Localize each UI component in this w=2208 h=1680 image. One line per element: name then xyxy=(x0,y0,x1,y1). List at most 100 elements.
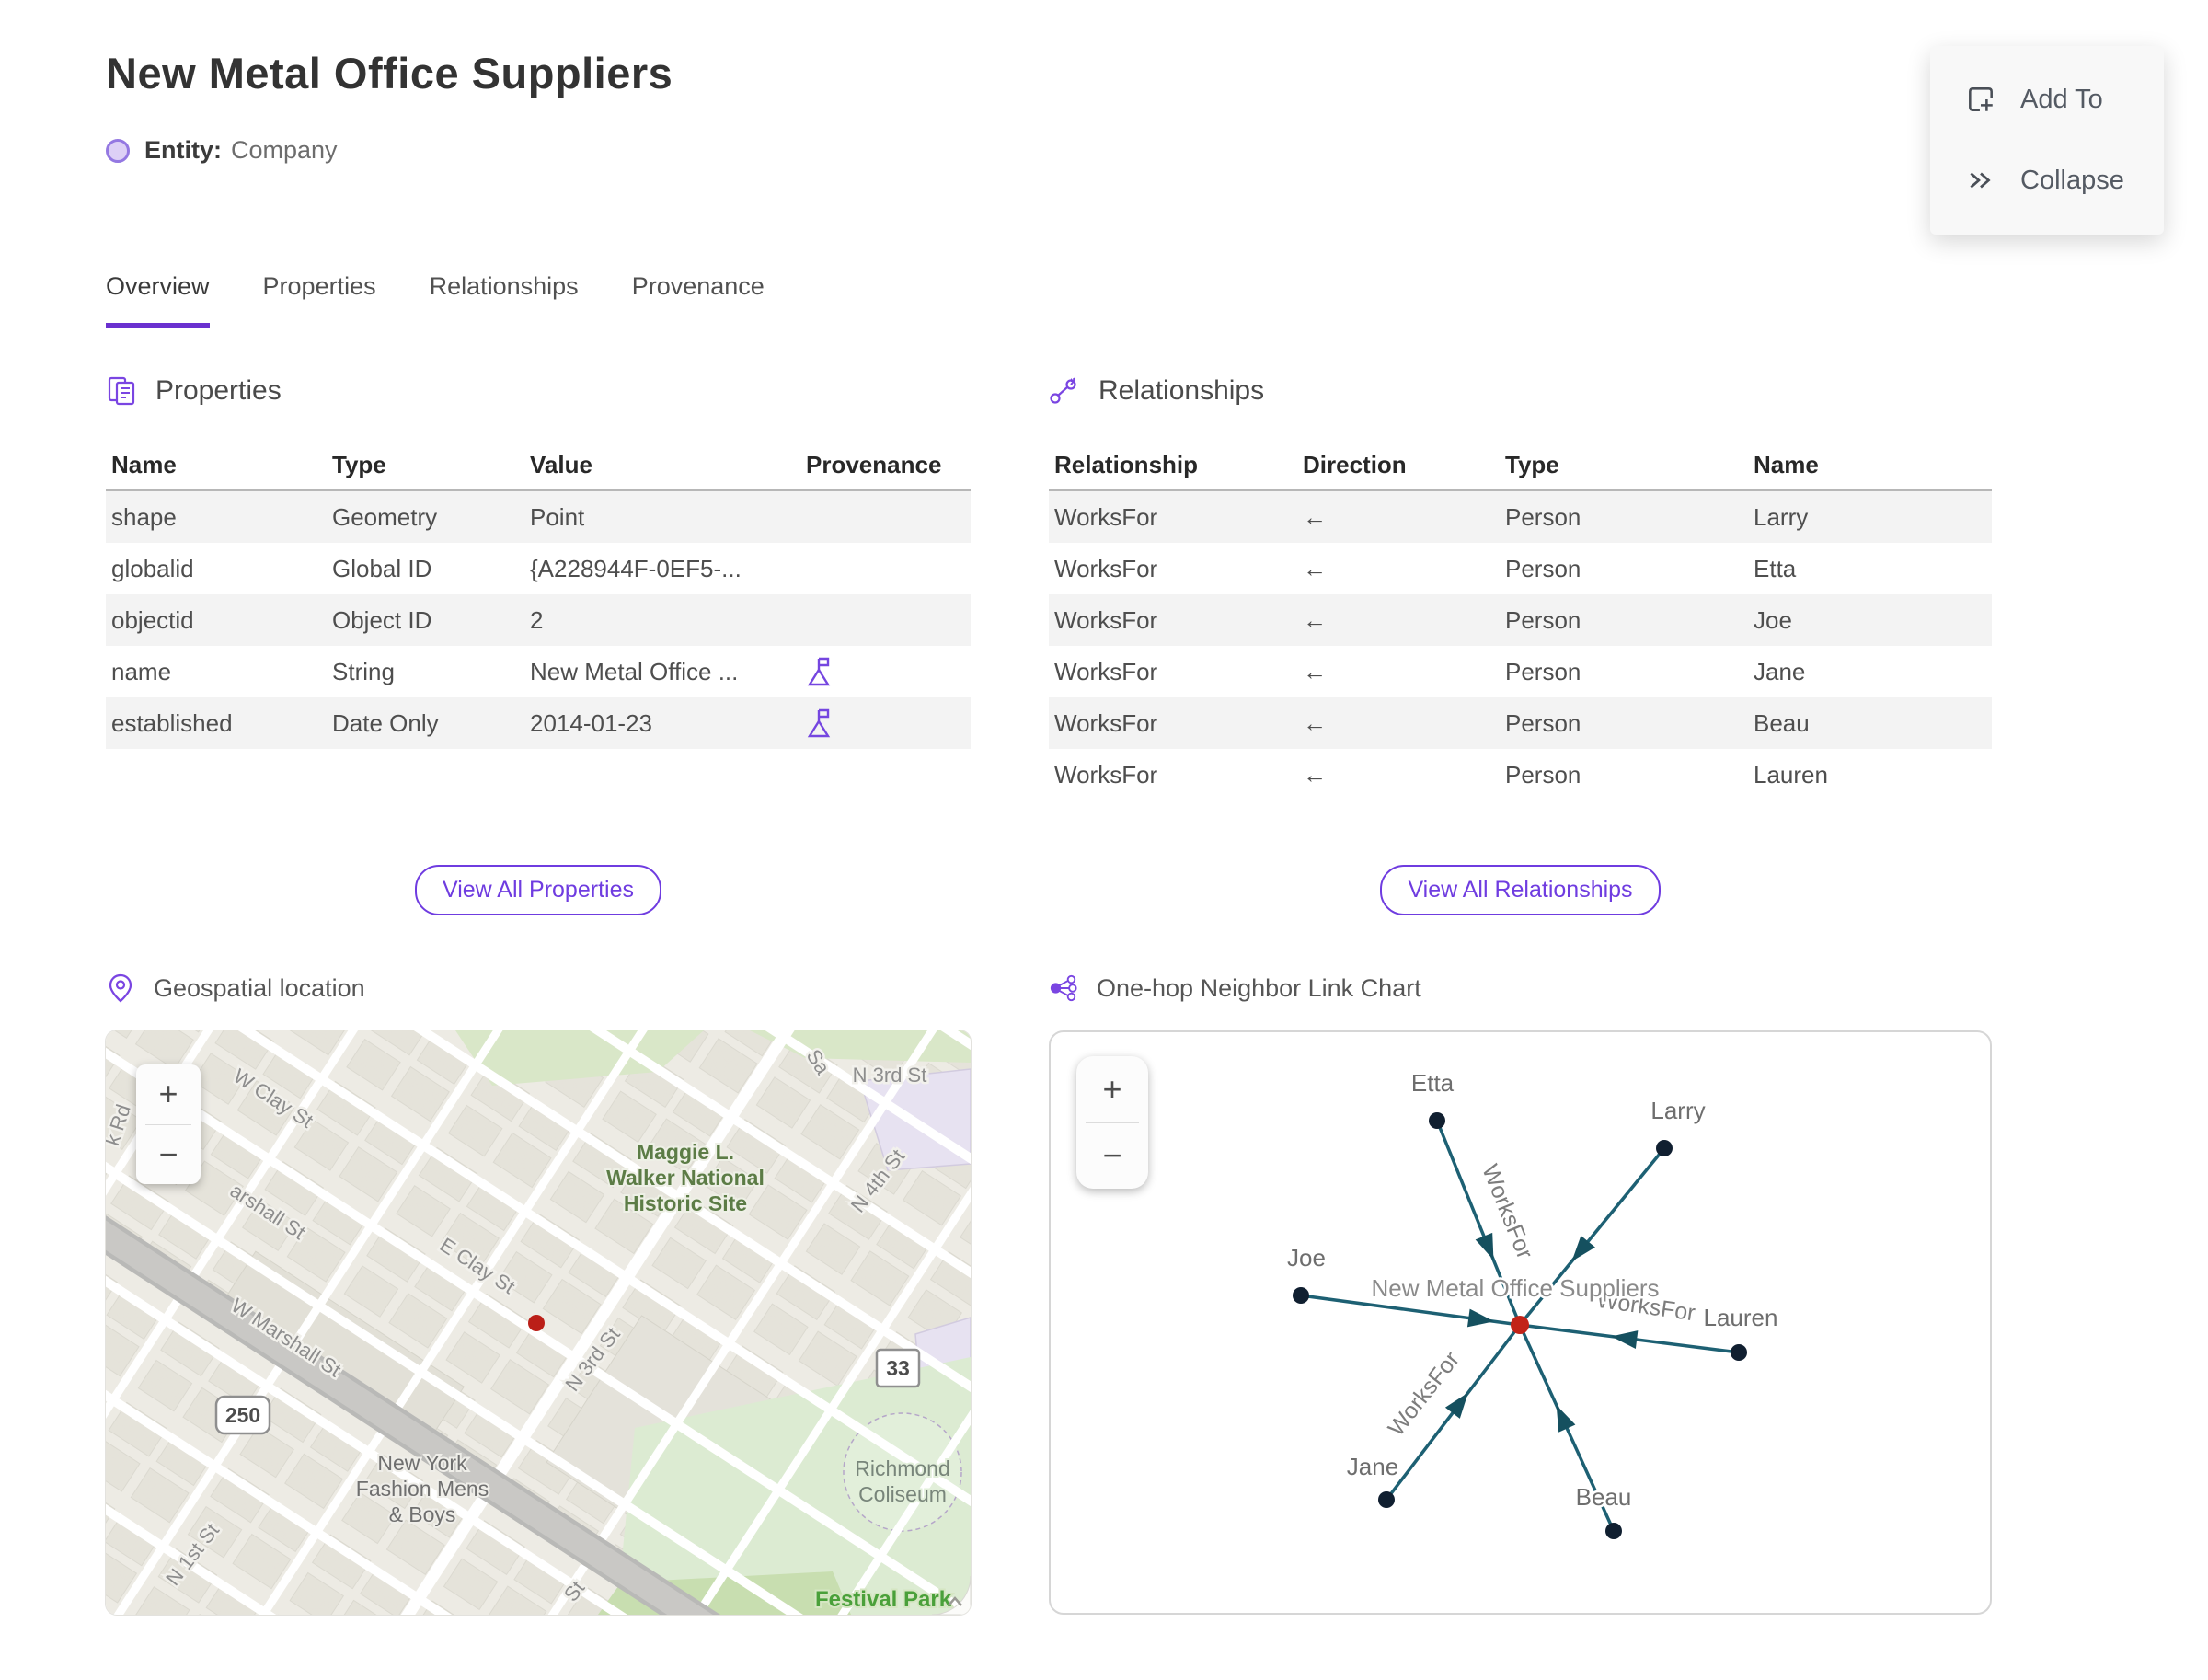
relationship-link[interactable]: WorksFor xyxy=(1049,606,1297,635)
map-canvas[interactable]: 250 33 k Rd W Clay St Sa arshall St W Ma… xyxy=(106,1030,971,1615)
poi-label: Historic Site xyxy=(624,1191,747,1215)
table-row: WorksFor ← Person Larry xyxy=(1049,491,1992,543)
svg-text:250: 250 xyxy=(225,1403,260,1427)
properties-form-icon xyxy=(108,376,135,406)
relationships-table: Relationship Direction Type Name WorksFo… xyxy=(1049,440,1992,800)
edge-label: WorksFor xyxy=(1383,1347,1464,1441)
relationship-link[interactable]: WorksFor xyxy=(1049,761,1297,789)
table-row: globalid Global ID {A228944F-0EF5-... xyxy=(111,554,742,582)
node-label: Joe xyxy=(1287,1244,1326,1272)
link-chart-canvas[interactable]: WorksForWorksForWorksForNew Metal Office… xyxy=(1051,1032,1990,1613)
entity-location-marker[interactable] xyxy=(528,1315,545,1331)
poi-label: & Boys xyxy=(389,1502,456,1526)
edge-arrow xyxy=(1611,1330,1639,1349)
view-all-properties-button[interactable]: View All Properties xyxy=(415,865,661,915)
poi-label: Fashion Mens xyxy=(356,1477,489,1501)
properties-section-header: Properties xyxy=(106,375,282,407)
node-label: Beau xyxy=(1576,1483,1632,1511)
table-row: objectid Object ID 2 xyxy=(106,594,971,646)
table-row: WorksFor ← Person Lauren xyxy=(1049,749,1992,800)
tab-properties[interactable]: Properties xyxy=(263,272,376,328)
poi-label: Richmond xyxy=(855,1456,950,1480)
col-provenance: Provenance xyxy=(806,450,942,478)
direction-arrow: ← xyxy=(1303,605,1327,634)
tab-bar: Overview Properties Relationships Proven… xyxy=(106,272,765,328)
poi-label: Festival Park xyxy=(815,1587,952,1612)
map-zoom-control: + − xyxy=(136,1064,201,1184)
geospatial-section-title: Geospatial location xyxy=(154,973,365,1002)
properties-section-title: Properties xyxy=(155,375,282,406)
view-all-relationships-button[interactable]: View All Relationships xyxy=(1380,865,1661,915)
edge-arrow xyxy=(1556,1405,1576,1433)
provenance-flag-icon[interactable] xyxy=(806,656,834,687)
entity-link[interactable]: Jane xyxy=(1748,658,1992,686)
link-chart-section-header: One-hop Neighbor Link Chart xyxy=(1049,973,1421,1003)
relationships-section-header: Relationships xyxy=(1049,375,1264,407)
relationships-icon xyxy=(1050,377,1076,404)
entity-type: Company xyxy=(231,136,338,164)
route-shield-250: 250 xyxy=(214,1395,271,1435)
entity-label: Entity: xyxy=(144,136,222,164)
col-value: Value xyxy=(530,450,592,478)
svg-text:33: 33 xyxy=(886,1356,910,1380)
chart-zoom-out-button[interactable]: − xyxy=(1076,1123,1148,1190)
route-shield-33: 33 xyxy=(875,1348,921,1388)
col-name: Name xyxy=(1754,450,1819,478)
chart-node-center[interactable] xyxy=(1511,1316,1529,1334)
link-chart[interactable]: + − WorksFor WorksFor WorksFor New Metal Of… xyxy=(1049,1030,1992,1615)
entity-type-dot-icon xyxy=(106,138,130,163)
col-type: Type xyxy=(332,450,386,478)
properties-table: Name Type Value Provenance shape Geometr… xyxy=(106,440,971,749)
add-to-button[interactable]: Add To xyxy=(1930,59,2164,140)
relationship-link[interactable]: WorksFor xyxy=(1049,658,1297,686)
map-pin-icon xyxy=(109,973,132,1003)
node-label: Etta xyxy=(1411,1069,1455,1097)
entity-link[interactable]: Beau xyxy=(1748,709,1992,738)
geospatial-map[interactable]: + − 250 33 k Rd W Clay St Sa arshall St … xyxy=(106,1030,971,1615)
table-row: WorksFor ← Person Beau xyxy=(1049,697,1992,749)
col-name: Name xyxy=(111,450,177,478)
chart-node-Lauren[interactable] xyxy=(1731,1344,1747,1361)
edge-arrow xyxy=(1444,1392,1468,1419)
chart-node-Beau[interactable] xyxy=(1605,1523,1622,1539)
chart-zoom-in-button[interactable]: + xyxy=(1076,1056,1148,1122)
actions-panel: Add To Collapse xyxy=(1930,46,2164,235)
direction-arrow: ← xyxy=(1303,502,1327,531)
page-title: New Metal Office Suppliers xyxy=(106,49,673,98)
chart-node-Joe[interactable] xyxy=(1293,1287,1309,1304)
entity-link[interactable]: Lauren xyxy=(1748,761,1992,789)
entity-detail-page: New Metal Office Suppliers Entity: Compa… xyxy=(0,0,2208,1680)
tab-provenance[interactable]: Provenance xyxy=(632,272,765,328)
poi-label: Maggie L. xyxy=(637,1140,734,1164)
collapse-button[interactable]: Collapse xyxy=(1930,140,2164,221)
tab-overview[interactable]: Overview xyxy=(106,272,210,328)
relationship-link[interactable]: WorksFor xyxy=(1049,555,1297,583)
col-type: Type xyxy=(1505,450,1559,478)
center-node-label: New Metal Office Suppliers xyxy=(1371,1274,1659,1302)
direction-arrow: ← xyxy=(1303,708,1327,737)
direction-arrow: ← xyxy=(1303,554,1327,582)
table-row: name String New Metal Office ... xyxy=(106,646,971,697)
geospatial-section-header: Geospatial location xyxy=(106,973,365,1003)
relationship-link[interactable]: WorksFor xyxy=(1049,709,1297,738)
col-relationship: Relationship xyxy=(1054,450,1199,478)
properties-table-header: Name Type Value Provenance xyxy=(106,440,971,491)
entity-badge: Entity: Company xyxy=(106,136,338,165)
entity-link[interactable]: Joe xyxy=(1748,606,1992,635)
chart-node-Larry[interactable] xyxy=(1656,1140,1673,1156)
direction-arrow: ← xyxy=(1303,760,1327,788)
chart-node-Jane[interactable] xyxy=(1378,1491,1395,1508)
map-zoom-in-button[interactable]: + xyxy=(136,1064,201,1124)
map-zoom-out-button[interactable]: − xyxy=(136,1125,201,1185)
table-row: WorksFor ← Person Jane xyxy=(1049,646,1992,697)
table-row: WorksFor ← Person Etta xyxy=(1049,543,1992,594)
entity-link[interactable]: Larry xyxy=(1748,503,1992,532)
tab-relationships[interactable]: Relationships xyxy=(430,272,579,328)
chart-node-Etta[interactable] xyxy=(1429,1112,1445,1129)
provenance-flag-icon[interactable] xyxy=(806,708,834,739)
double-chevron-right-icon xyxy=(1970,172,1991,189)
relationship-link[interactable]: WorksFor xyxy=(1049,503,1297,532)
chart-zoom-control: + − xyxy=(1076,1056,1148,1189)
poi-label: Coliseum xyxy=(858,1482,947,1506)
entity-link[interactable]: Etta xyxy=(1748,555,1992,583)
